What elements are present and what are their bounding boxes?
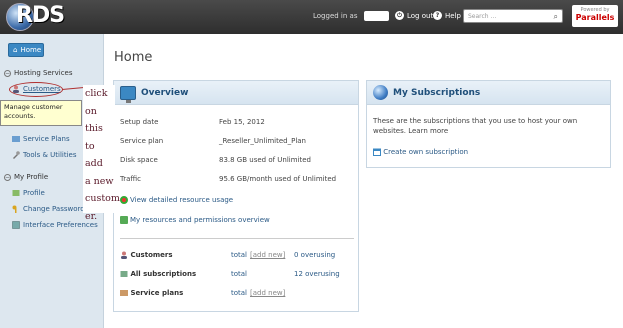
- profile-icon: [12, 190, 20, 196]
- annotation-line: to add: [85, 140, 103, 170]
- customers-total-link[interactable]: total: [231, 251, 247, 259]
- view-resource-usage-link[interactable]: View detailed resource usage: [120, 196, 233, 204]
- stat-label: Service plans: [130, 289, 184, 297]
- user-icon: [121, 251, 127, 259]
- subscriptions-header: My Subscriptions: [367, 81, 610, 105]
- subscriptions-icon: [120, 271, 128, 277]
- customers-overusing-link[interactable]: 0 overusing: [294, 251, 335, 259]
- stat-customers: Customers: [120, 251, 173, 259]
- collapse-icon: −: [4, 69, 11, 77]
- subscriptions-total-link[interactable]: total: [231, 270, 247, 278]
- monitor-icon: [120, 85, 136, 103]
- service-plan-value: _Reseller_Unlimited_Plan: [219, 137, 306, 145]
- search-icon[interactable]: ⌕: [554, 12, 558, 22]
- parallels-brand: Parallels: [575, 13, 615, 22]
- setup-date-label: Setup date: [120, 118, 159, 126]
- preferences-icon: [12, 221, 20, 229]
- plans-icon: [120, 290, 128, 296]
- top-bar: RDS Logged in as ⏻ Log out ? Help Search…: [0, 0, 623, 34]
- logout-button[interactable]: ⏻ Log out: [395, 11, 433, 20]
- disk-space-value: 83.8 GB used of Unlimited: [219, 156, 312, 164]
- logo[interactable]: RDS: [4, 1, 70, 33]
- key-icon: [12, 205, 17, 213]
- sidebar-item-label: Profile: [23, 189, 45, 197]
- logo-text: RDS: [16, 3, 65, 28]
- help-icon: ?: [433, 11, 442, 20]
- parallels-badge: Powered by Parallels: [572, 5, 618, 27]
- power-icon: ⏻: [395, 11, 404, 20]
- service-plan-label: Service plan: [120, 137, 164, 145]
- sidebar-item-label: Service Plans: [23, 135, 70, 143]
- annotation-line: click: [85, 88, 108, 99]
- subscriptions-description: These are the subscriptions that you use…: [373, 117, 578, 135]
- divider: [120, 238, 354, 239]
- help-label: Help: [445, 11, 461, 20]
- stat-label: All subscriptions: [130, 270, 197, 278]
- traffic-label: Traffic: [120, 175, 142, 183]
- collapse-icon: −: [4, 173, 11, 181]
- section-hosting-label: Hosting Services: [14, 69, 73, 77]
- overview-header: Overview: [114, 81, 358, 105]
- annotation-text: click on this to add a new custom er.: [83, 85, 120, 222]
- sidebar-item-label: Tools & Utilities: [23, 151, 77, 159]
- plans-total-link[interactable]: total: [231, 289, 247, 297]
- subscriptions-title: My Subscriptions: [393, 87, 481, 98]
- traffic-value: 95.6 GB/month used of Unlimited: [219, 175, 337, 183]
- customers-add-new-link[interactable]: [add new]: [250, 251, 285, 259]
- home-label: Home: [20, 46, 42, 54]
- highlight-circle: [9, 82, 63, 97]
- home-icon: ⌂: [13, 46, 18, 54]
- disk-space-label: Disk space: [120, 156, 158, 164]
- usage-icon: [120, 196, 128, 204]
- stat-label: Customers: [130, 251, 173, 259]
- create-subscription-link[interactable]: Create own subscription: [373, 148, 468, 156]
- tools-icon: [13, 151, 20, 159]
- stat-service-plans: Service plans: [120, 289, 183, 297]
- plans-add-new-link[interactable]: [add new]: [250, 289, 285, 297]
- search-input[interactable]: Search ... ⌕: [463, 9, 563, 23]
- subscriptions-overusing-link[interactable]: 12 overusing: [294, 270, 340, 278]
- section-my-profile[interactable]: − My Profile: [4, 173, 48, 181]
- setup-date-value: Feb 15, 2012: [219, 118, 265, 126]
- sidebar-item-service-plans[interactable]: Service Plans: [12, 135, 70, 143]
- plans-icon: [12, 136, 20, 142]
- sidebar-item-tools[interactable]: Tools & Utilities: [12, 151, 77, 159]
- home-button[interactable]: ⌂ Home: [8, 43, 44, 57]
- overview-panel: Overview Setup date Feb 15, 2012 Service…: [113, 80, 359, 312]
- subscriptions-panel: My Subscriptions These are the subscript…: [366, 80, 611, 168]
- sidebar-item-profile[interactable]: Profile: [12, 189, 45, 197]
- search-placeholder: Search ...: [468, 13, 497, 20]
- logout-label: Log out: [407, 11, 434, 20]
- logged-in-label: Logged in as: [313, 12, 358, 20]
- overview-title: Overview: [141, 87, 189, 98]
- sidebar-item-change-password[interactable]: Change Password: [12, 205, 85, 213]
- annotation-line: a new: [85, 175, 114, 187]
- section-hosting-services[interactable]: − Hosting Services: [4, 69, 73, 77]
- link-label: My resources and permissions overview: [130, 216, 270, 224]
- username-redacted: [364, 11, 389, 21]
- annotation-line: er.: [85, 210, 98, 222]
- resources-permissions-link[interactable]: My resources and permissions overview: [120, 216, 270, 224]
- tooltip: Manage customer accounts.: [0, 100, 82, 126]
- help-button[interactable]: ? Help: [433, 11, 461, 20]
- stat-all-subscriptions: All subscriptions: [120, 270, 196, 278]
- link-label: View detailed resource usage: [130, 196, 234, 204]
- permissions-icon: [120, 216, 128, 224]
- calendar-icon: [373, 148, 381, 156]
- sidebar-item-label: Change Password: [23, 205, 85, 213]
- section-profile-label: My Profile: [14, 173, 49, 181]
- globe-icon: [373, 85, 388, 100]
- page-title: Home: [114, 50, 153, 65]
- annotation-line: on this: [85, 105, 103, 135]
- annotation-line: custom: [85, 193, 120, 204]
- link-label: Create own subscription: [383, 148, 469, 156]
